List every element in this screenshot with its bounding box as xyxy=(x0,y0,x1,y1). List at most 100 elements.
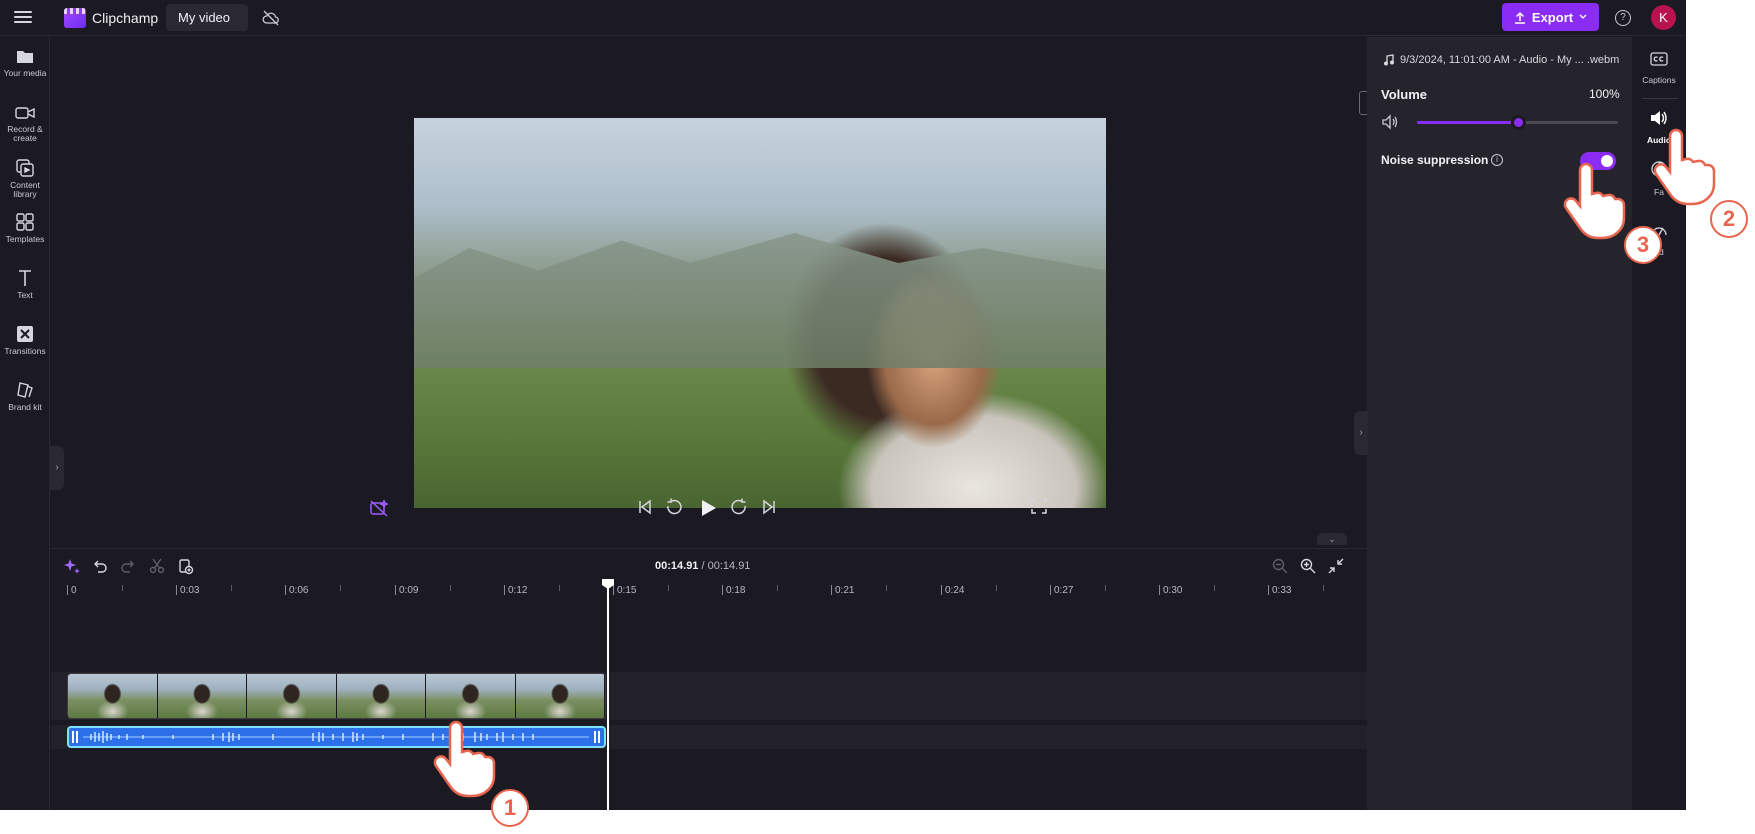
magic-edit-button[interactable] xyxy=(368,497,390,521)
video-clip[interactable] xyxy=(67,673,606,719)
brand-name: Clipchamp xyxy=(92,10,159,26)
camera-icon xyxy=(15,107,35,119)
play-button[interactable] xyxy=(697,497,719,521)
zoom-out-icon[interactable] xyxy=(1271,557,1289,575)
ruler-label: 0:24 xyxy=(945,585,965,596)
delete-icon[interactable] xyxy=(176,557,194,575)
ruler-minor-tick xyxy=(450,585,451,591)
audio-clip-right-handle[interactable] xyxy=(594,731,600,743)
ruler-label: 0:30 xyxy=(1163,585,1183,596)
ruler-minor-tick xyxy=(1323,585,1324,591)
sidebar-item-transitions[interactable]: Transitions xyxy=(0,324,50,356)
sidebar-item-label: Your media xyxy=(3,68,47,78)
pointer-hand-icon xyxy=(433,720,496,798)
tab-label: Captions xyxy=(1642,75,1676,85)
pointer-hand-icon xyxy=(1653,128,1716,206)
ruler-minor-tick xyxy=(340,585,341,591)
clip-thumbnail xyxy=(68,674,158,718)
play-icon xyxy=(702,500,716,516)
skip-forward-icon xyxy=(763,499,775,515)
scissors-icon[interactable] xyxy=(148,557,166,575)
menu-icon[interactable] xyxy=(12,8,34,28)
sidebar-item-templates[interactable]: Templates xyxy=(0,212,50,244)
audio-clip[interactable] xyxy=(67,726,606,748)
fullscreen-button[interactable] xyxy=(1030,497,1048,521)
skip-back-icon xyxy=(639,499,651,515)
fullscreen-icon xyxy=(1031,498,1047,514)
library-icon xyxy=(16,159,34,177)
redo-icon[interactable] xyxy=(119,557,137,575)
forward-5-button[interactable] xyxy=(729,497,749,521)
playhead[interactable] xyxy=(607,579,609,810)
sidebar-item-content-library[interactable]: Content library xyxy=(0,158,50,199)
undo-icon[interactable] xyxy=(91,557,109,575)
audio-waveform xyxy=(83,731,589,743)
clip-thumbnail xyxy=(157,674,247,718)
ruler-minor-tick xyxy=(996,585,997,591)
clipchamp-editor: Clipchamp My video Export ? K Your media… xyxy=(0,0,1686,810)
clipchamp-logo-icon xyxy=(64,8,86,28)
skip-forward-button[interactable] xyxy=(759,497,779,521)
ruler-minor-tick xyxy=(777,585,778,591)
avatar[interactable]: K xyxy=(1651,5,1676,30)
help-icon[interactable]: ? xyxy=(1615,10,1631,26)
fit-timeline-icon[interactable] xyxy=(1327,557,1345,575)
export-label: Export xyxy=(1531,9,1574,25)
sidebar-item-your-media[interactable]: Your media xyxy=(0,48,50,78)
rewind-5-button[interactable] xyxy=(664,497,684,521)
templates-icon xyxy=(16,213,34,231)
ruler-label: 0:21 xyxy=(835,585,855,596)
speaker-icon xyxy=(1651,111,1667,125)
brand-kit-icon xyxy=(17,382,33,398)
tab-captions[interactable]: Captions xyxy=(1632,51,1686,85)
collapse-timeline-button[interactable]: ⌄ xyxy=(1317,533,1347,545)
audio-clip-left-handle[interactable] xyxy=(72,731,78,743)
volume-slider[interactable] xyxy=(1417,115,1618,130)
ruler-label: 0:15 xyxy=(617,585,637,596)
step-marker: 3 xyxy=(1624,226,1662,264)
sidebar-item-label: Text xyxy=(17,290,33,300)
step-marker: 2 xyxy=(1710,200,1748,238)
folder-icon xyxy=(17,51,33,63)
volume-slider-thumb[interactable] xyxy=(1511,115,1526,130)
ruler-minor-tick xyxy=(1214,585,1215,591)
sidebar-item-label: Transitions xyxy=(4,346,46,356)
zoom-in-icon[interactable] xyxy=(1299,557,1317,575)
current-time: 00:14.91 xyxy=(655,560,699,572)
info-icon[interactable]: i xyxy=(1491,154,1503,166)
sidebar-item-text[interactable]: Text xyxy=(0,268,50,300)
volume-icon[interactable] xyxy=(1381,114,1399,130)
timeline: 00:14.91 / 00:14.91 0 0:03 0:06 0:09 0:12 0:1… xyxy=(51,548,1367,810)
timeline-ruler[interactable]: 0 0:03 0:06 0:09 0:12 0:15 0:18 0:21 0:24 0:27 0:3… xyxy=(51,585,1367,609)
rail-divider xyxy=(1642,98,1678,99)
top-bar: Clipchamp My video Export ? K xyxy=(0,0,1686,36)
sidebar-item-record-create[interactable]: Record & create xyxy=(0,104,50,143)
ruler-label: 0:06 xyxy=(289,585,309,596)
ruler-label: 0 xyxy=(71,585,77,596)
project-title[interactable]: My video xyxy=(166,4,248,31)
ruler-minor-tick xyxy=(668,585,669,591)
cloud-offline-icon[interactable] xyxy=(262,9,280,27)
export-button[interactable]: Export xyxy=(1502,3,1599,31)
sidebar-item-brand-kit[interactable]: Brand kit xyxy=(0,380,50,412)
ruler-minor-tick xyxy=(886,585,887,591)
sidebar-item-label: Record & create xyxy=(7,124,43,143)
ruler-label: 0:27 xyxy=(1054,585,1074,596)
pointer-hand-icon xyxy=(1563,162,1626,240)
clip-thumbnail xyxy=(426,674,516,718)
transitions-icon xyxy=(17,326,33,342)
magic-sparkle-icon[interactable] xyxy=(63,557,81,575)
collapse-right-panel-button[interactable]: › xyxy=(1354,411,1368,455)
clip-thumbnail xyxy=(336,674,426,718)
video-preview-frame[interactable] xyxy=(414,118,1106,508)
ruler-minor-tick xyxy=(559,585,560,591)
ruler-label: 0:18 xyxy=(726,585,746,596)
audio-file-name: 9/3/2024, 11:01:00 AM - Audio - My ... .… xyxy=(1400,54,1620,66)
preview-landscape xyxy=(414,233,1106,368)
video-preview-area: 16:9 ⌄ xyxy=(51,37,1403,547)
skip-back-button[interactable] xyxy=(635,497,655,521)
sparkle-camera-icon xyxy=(370,499,389,517)
sidebar-item-label: Content library xyxy=(10,180,40,199)
ruler-minor-tick xyxy=(122,585,123,591)
upload-icon xyxy=(1514,11,1525,24)
